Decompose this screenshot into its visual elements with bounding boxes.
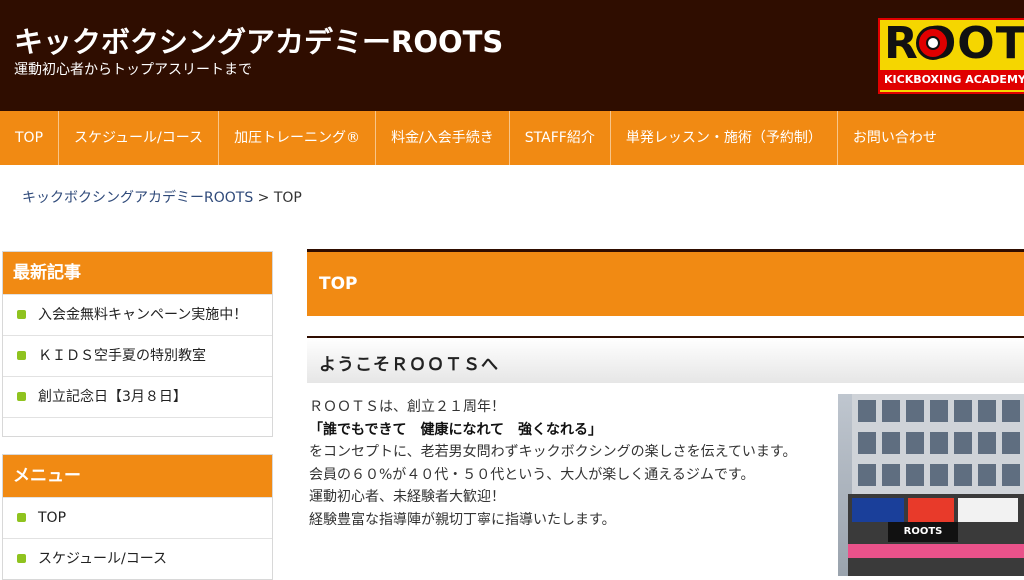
nav-item-top[interactable]: TOP	[0, 111, 60, 165]
nav-item-staff[interactable]: STAFF紹介	[510, 111, 611, 165]
recent-post-label: 創立記念日【3月８日】	[38, 389, 187, 405]
roots-storefront-sign: ROOTS	[888, 522, 958, 542]
logo-subtitle: KICKBOXING ACADEMY	[880, 70, 1024, 90]
square-bullet-icon	[17, 309, 26, 319]
intro-concept: 「誰でもできて 健康になれて 強くなれる」	[309, 421, 603, 438]
nav-item-kaatsu[interactable]: 加圧トレーニング®	[219, 111, 377, 165]
breadcrumb: キックボクシングアカデミーROOTS > TOP	[22, 187, 302, 207]
intro-text: ＲＯＯＴＳは、創立２１周年！ 「誰でもできて 健康になれて 強くなれる」 をコン…	[309, 396, 796, 531]
intro-line: 運動初心者、未経験者大歓迎！	[309, 489, 505, 505]
recent-posts-title: 最新記事	[3, 252, 272, 294]
nav-item-schedule[interactable]: スケジュール/コース	[59, 111, 220, 165]
roots-logo[interactable]: ROOTS KICKBOXING ACADEMY	[878, 18, 1024, 94]
square-bullet-icon	[17, 553, 26, 563]
logo-text: ROOTS	[884, 18, 1024, 69]
ammonite-shell-icon	[916, 26, 950, 60]
square-bullet-icon	[17, 350, 26, 360]
site-title[interactable]: キックボクシングアカデミーROOTS	[14, 19, 503, 61]
menu-widget: メニュー TOP スケジュール/コース	[2, 454, 273, 580]
recent-post-label: ＫＩＤＳ空手夏の特別教室	[38, 348, 206, 364]
nav-item-pricing[interactable]: 料金/入会手続き	[376, 111, 510, 165]
nav-item-contact[interactable]: お問い合わせ	[838, 111, 952, 165]
square-bullet-icon	[17, 512, 26, 522]
gym-building-photo: ROOTS	[838, 394, 1024, 576]
section-heading-text: ようこそＲＯＯＴＳへ	[319, 355, 499, 375]
breadcrumb-current: TOP	[273, 190, 302, 206]
recent-post-label: 入会金無料キャンペーン実施中！	[38, 307, 248, 323]
recent-post-item[interactable]: 創立記念日【3月８日】	[3, 376, 272, 417]
menu-item-top[interactable]: TOP	[3, 497, 272, 538]
recent-post-item[interactable]: ＫＩＤＳ空手夏の特別教室	[3, 335, 272, 376]
intro-line: 経験豊富な指導陣が親切丁寧に指導いたします。	[309, 511, 616, 528]
section-heading: ようこそＲＯＯＴＳへ	[307, 336, 1024, 383]
recent-posts-widget: 最新記事 入会金無料キャンペーン実施中！ ＫＩＤＳ空手夏の特別教室 創立記念日【…	[2, 251, 273, 437]
breadcrumb-separator: >	[253, 190, 274, 206]
square-bullet-icon	[17, 391, 26, 401]
intro-line: ＲＯＯＴＳは、創立２１周年！	[309, 399, 505, 415]
nav-item-single-lesson[interactable]: 単発レッスン・施術（予約制）	[611, 111, 838, 165]
menu-item-schedule[interactable]: スケジュール/コース	[3, 538, 272, 579]
breadcrumb-home-link[interactable]: キックボクシングアカデミーROOTS	[22, 190, 253, 206]
recent-post-item[interactable]: 入会金無料キャンペーン実施中！	[3, 294, 272, 335]
global-nav: TOP スケジュール/コース 加圧トレーニング® 料金/入会手続き STAFF紹…	[0, 111, 1024, 165]
site-tagline: 運動初心者からトップアスリートまで	[14, 62, 252, 78]
page-heading-text: TOP	[319, 274, 358, 294]
page-heading: TOP	[307, 249, 1024, 316]
menu-item-label: TOP	[38, 510, 67, 526]
menu-title: メニュー	[3, 455, 272, 497]
site-header: キックボクシングアカデミーROOTS 運動初心者からトップアスリートまで ROO…	[0, 0, 1024, 111]
intro-line: をコンセプトに、老若男女問わずキックボクシングの楽しさを伝えています。	[309, 444, 797, 460]
widget-footer	[3, 417, 272, 436]
intro-line: 会員の６０%が４０代・５０代という、大人が楽しく通えるジムです。	[309, 466, 755, 483]
menu-item-label: スケジュール/コース	[38, 551, 168, 567]
